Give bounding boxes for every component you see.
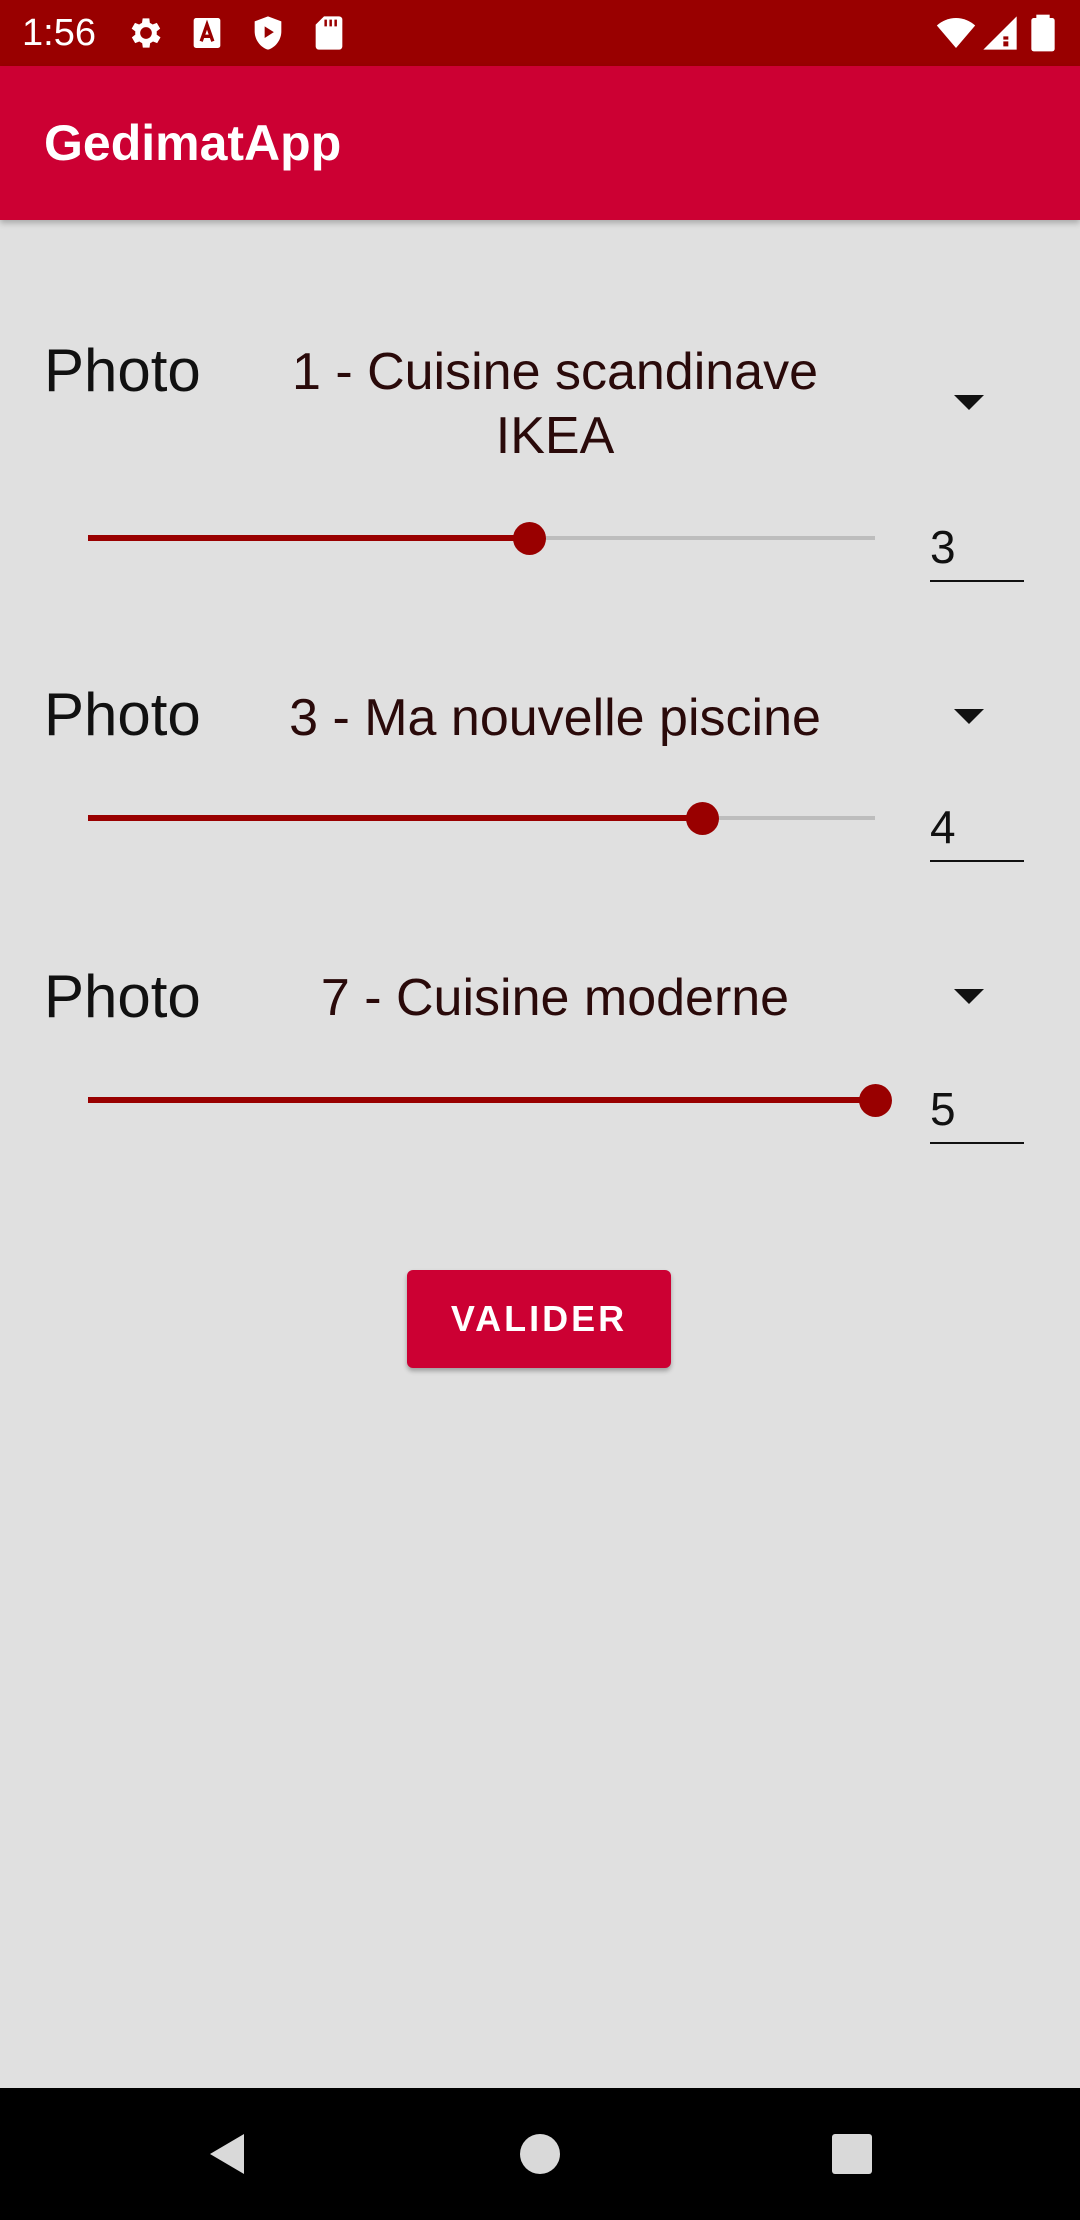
shield-play-icon	[248, 13, 288, 53]
app-bar: GedimatApp	[0, 66, 1080, 220]
photo-spinner[interactable]: 1 - Cuisine scandinave IKEA	[240, 340, 870, 468]
rating-value-input[interactable]: 5	[930, 1076, 1024, 1144]
sd-card-icon	[309, 13, 349, 53]
status-time: 1:56	[22, 12, 96, 54]
slider-thumb[interactable]	[686, 802, 719, 835]
photo-spinner[interactable]: 7 - Cuisine moderne	[240, 966, 870, 1030]
rating-slider[interactable]	[88, 798, 875, 838]
recents-icon[interactable]	[829, 2131, 875, 2177]
photo-label: Photo	[44, 337, 201, 404]
photo-label: Photo	[44, 681, 201, 748]
slider-fill	[88, 815, 702, 821]
home-icon[interactable]	[517, 2131, 563, 2177]
slider-thumb[interactable]	[513, 522, 546, 555]
chevron-down-icon[interactable]	[954, 706, 984, 726]
status-bar: 1:56	[0, 0, 1080, 66]
slider-fill	[88, 1097, 875, 1103]
text-a-icon	[187, 13, 227, 53]
wifi-icon	[936, 13, 976, 53]
cell-signal-icon	[980, 13, 1020, 53]
rating-slider[interactable]	[88, 518, 875, 558]
battery-icon	[1028, 13, 1058, 53]
gear-icon	[126, 13, 166, 53]
back-icon[interactable]	[204, 2131, 250, 2177]
app-title: GedimatApp	[44, 115, 342, 171]
chevron-down-icon[interactable]	[954, 392, 984, 412]
photo-label: Photo	[44, 963, 201, 1030]
rating-value-input[interactable]: 4	[930, 794, 1024, 862]
slider-thumb[interactable]	[859, 1084, 892, 1117]
navigation-bar	[0, 2088, 1080, 2220]
chevron-down-icon[interactable]	[954, 986, 984, 1006]
slider-fill	[88, 535, 529, 541]
valider-button[interactable]: VALIDER	[407, 1270, 671, 1368]
photo-spinner[interactable]: 3 - Ma nouvelle piscine	[240, 686, 870, 750]
rating-slider[interactable]	[88, 1080, 892, 1120]
rating-value-input[interactable]: 3	[930, 514, 1024, 582]
